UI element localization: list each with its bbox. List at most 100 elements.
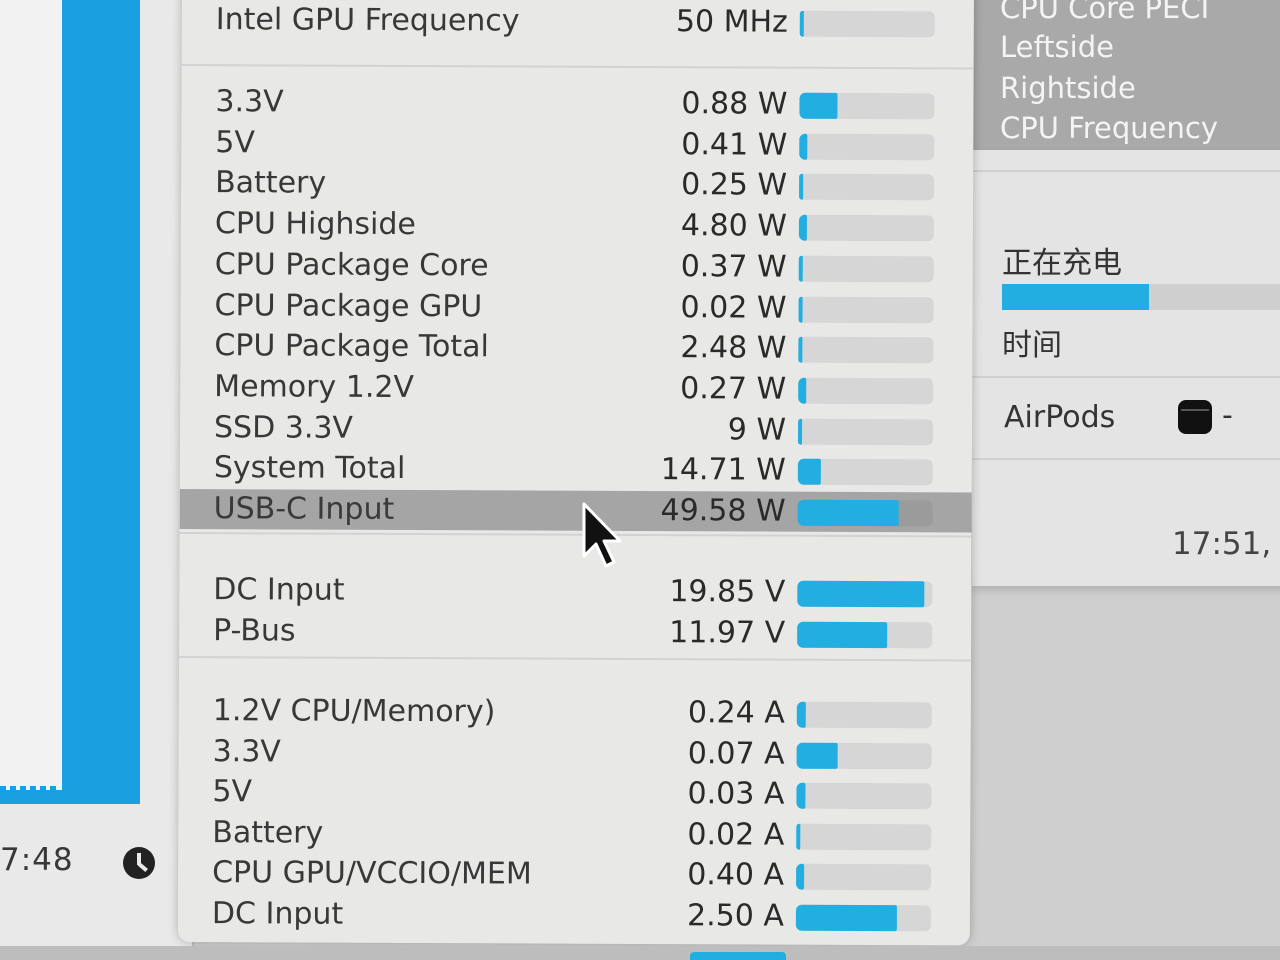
sensor-label-cpu-frequency[interactable]: CPU Frequency — [1000, 108, 1218, 148]
menu-item-current-cpu-gpu-vccio-mem[interactable]: CPU GPU/VCCIO/MEM 0.40 A — [178, 853, 970, 896]
level-bar — [798, 377, 934, 405]
menu-item-value: 11.97 V — [669, 614, 786, 651]
level-bar-fill — [798, 255, 803, 282]
menu-item-voltage-p-bus[interactable]: P-Bus 11.97 V — [179, 610, 971, 653]
mouse-cursor-icon — [582, 502, 622, 568]
menu-item-label: USB-C Input — [213, 491, 395, 527]
menu-item-label: 5V — [215, 124, 255, 161]
menu-item-label: Memory 1.2V — [214, 369, 415, 405]
menu-item-label: 1.2V CPU/Memory) — [212, 693, 496, 730]
menu-item-current-5v[interactable]: 5V 0.03 A — [178, 772, 970, 815]
level-bar — [797, 418, 934, 445]
menu-item-value: 2.48 W — [680, 330, 787, 366]
airpods-case-icon — [1178, 400, 1212, 434]
menu-item-label: 3.3V — [215, 84, 284, 120]
menu-item-value: 14.71 W — [660, 452, 786, 488]
menu-item-power-ssd-3-3v[interactable]: SSD 3.3V 9 W — [180, 408, 972, 451]
menu-item-label: DC Input — [213, 572, 345, 608]
menu-item-label: CPU GPU/VCCIO/MEM — [212, 855, 532, 892]
menu-item-power-usb-c-input[interactable]: USB-C Input 49.58 W — [179, 488, 972, 533]
menu-item-value: 0.25 W — [681, 167, 788, 204]
level-bar — [799, 10, 935, 38]
menu-item-power-memory-1-2v[interactable]: Memory 1.2V 0.27 W — [180, 367, 972, 410]
time-remaining-label: 时间 — [1002, 328, 1062, 363]
graph-baseline — [0, 786, 140, 804]
menu-item-value: 2.50 A — [686, 898, 784, 934]
menu-item-frequency-intel-gpu-frequency[interactable]: Intel GPU Frequency 50 MHz — [182, 0, 974, 43]
level-bar-fill — [796, 782, 806, 809]
sensor-label-leftside[interactable]: Leftside — [1000, 27, 1114, 67]
clock-icon[interactable] — [123, 847, 155, 879]
menu-item-value: 0.88 W — [681, 86, 788, 122]
menu-item-value: 0.02 W — [680, 289, 787, 326]
divider — [972, 376, 1280, 378]
menu-item-power-battery[interactable]: Battery 0.25 W — [181, 163, 973, 206]
level-bar-fill — [796, 701, 807, 728]
sensor-list-header: CPU Core PECI Leftside Rightside CPU Fre… — [968, 0, 1280, 150]
level-bar-fill — [798, 377, 807, 404]
level-bar — [795, 904, 931, 932]
level-bar-fill — [796, 742, 838, 769]
charge-bar-fill — [1002, 284, 1149, 310]
menu-item-label: SSD 3.3V — [213, 409, 354, 446]
menu-item-power-system-total[interactable]: System Total 14.71 W — [180, 448, 972, 491]
level-bar — [797, 458, 933, 486]
menu-item-value: 9 W — [727, 411, 787, 448]
level-bar — [798, 296, 934, 323]
menu-item-label: CPU Highside — [214, 206, 416, 243]
menu-item-power-cpu-package-gpu[interactable]: CPU Package GPU 0.02 W — [180, 285, 972, 328]
level-bar-fill — [799, 174, 804, 201]
menu-item-label: Intel GPU Frequency — [215, 2, 520, 39]
level-bar-fill — [797, 499, 899, 527]
bottom-accent — [690, 952, 786, 960]
menu-item-current-dc-input[interactable]: DC Input 2.50 A — [178, 894, 970, 937]
level-bar — [798, 255, 934, 283]
level-bar — [798, 214, 934, 242]
graph-area — [62, 0, 140, 800]
menu-divider — [179, 655, 972, 662]
menu-item-power-cpu-package-total[interactable]: CPU Package Total 2.48 W — [180, 326, 972, 369]
level-bar — [797, 499, 933, 527]
level-bar-fill — [798, 214, 808, 241]
battery-panel: 正在充电 时间 AirPods - 17:51, 2 — [972, 150, 1280, 586]
menu-item-label: CPU Package Total — [214, 328, 489, 365]
left-graph-panel: 7:48 — [0, 0, 194, 960]
menu-item-power-3-3v[interactable]: 3.3V 0.88 W — [181, 82, 973, 125]
menu-item-value: 0.03 A — [687, 776, 785, 812]
menu-item-label: P-Bus — [213, 612, 296, 649]
menu-divider — [179, 531, 972, 538]
menu-item-power-cpu-package-core[interactable]: CPU Package Core 0.37 W — [181, 245, 973, 288]
menu-item-power-cpu-highside[interactable]: CPU Highside 4.80 W — [181, 204, 973, 247]
level-bar — [796, 742, 932, 769]
level-bar — [797, 621, 933, 648]
menu-item-voltage-dc-input[interactable]: DC Input 19.85 V — [179, 570, 971, 613]
sensor-label-rightside[interactable]: Rightside — [1000, 68, 1136, 108]
menu-item-value: 0.37 W — [680, 248, 787, 285]
menu-item-value: 19.85 V — [669, 574, 786, 610]
menu-divider — [181, 63, 974, 70]
level-bar-fill — [797, 458, 821, 486]
airpods-label: AirPods — [1004, 400, 1116, 435]
menu-item-value: 0.40 A — [687, 857, 785, 894]
menu-item-current-battery[interactable]: Battery 0.02 A — [178, 813, 970, 856]
timestamp: 17:51, 2 — [1172, 526, 1280, 562]
divider — [972, 170, 1280, 172]
sensor-label-cpu-core-peci[interactable]: CPU Core PECI — [1000, 0, 1209, 28]
level-bar-fill — [796, 823, 801, 850]
power-history-graph — [0, 0, 140, 804]
menu-item-label: System Total — [213, 450, 406, 487]
graph-time-label: 7:48 — [0, 842, 74, 878]
level-bar — [796, 782, 932, 810]
menu-item-label: 5V — [212, 774, 253, 810]
menu-item-label: Battery — [212, 814, 324, 851]
menu-item-label: DC Input — [211, 896, 344, 932]
level-bar-fill — [797, 580, 925, 608]
menu-item-current-3-3v[interactable]: 3.3V 0.07 A — [179, 732, 971, 775]
menu-item-power-5v[interactable]: 5V 0.41 W — [181, 123, 973, 166]
menu-item-value: 0.02 A — [687, 817, 785, 853]
menu-item-value: 0.07 A — [687, 735, 785, 772]
menu-item-current-1-2v-cpu-memory[interactable]: 1.2V CPU/Memory) 0.24 A — [179, 691, 971, 734]
charging-status-label: 正在充电 — [1002, 246, 1122, 281]
level-bar-fill — [795, 904, 898, 932]
level-bar — [797, 580, 933, 608]
